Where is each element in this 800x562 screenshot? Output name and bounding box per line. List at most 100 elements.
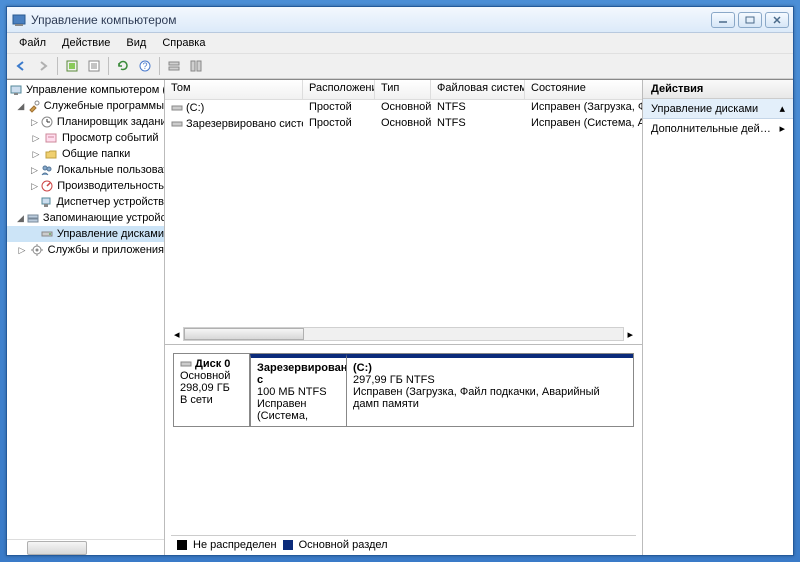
tree-shared-folders[interactable]: ▷ Общие папки <box>7 146 164 162</box>
volume-header: Том Расположение Тип Файловая система Со… <box>165 80 642 100</box>
partition-title: Зарезервировано с <box>257 362 340 386</box>
tree-label: Производительность <box>57 180 164 192</box>
scrollbar-track[interactable] <box>183 327 625 341</box>
toolbar: ? <box>7 53 793 79</box>
tree-system-tools[interactable]: ◢ Служебные программы <box>7 98 164 114</box>
computer-icon <box>9 82 23 98</box>
back-button[interactable] <box>11 56 31 76</box>
tree-root[interactable]: Управление компьютером (л <box>7 82 164 98</box>
collapse-icon[interactable]: ▴ <box>779 102 785 115</box>
expand-icon[interactable]: ▷ <box>31 117 38 127</box>
volume-status: Исправен (Система, Акти <box>525 116 642 132</box>
legend: Не распределен Основной раздел <box>171 535 636 553</box>
menu-file[interactable]: Файл <box>11 35 54 51</box>
col-volume[interactable]: Том <box>165 80 303 99</box>
tool-view2-icon[interactable] <box>186 56 206 76</box>
window-title: Управление компьютером <box>31 13 711 27</box>
main-content: Управление компьютером (л ◢ Служебные пр… <box>7 79 793 555</box>
disk-row[interactable]: Диск 0 Основной 298,09 ГБ В сети Зарезер… <box>173 353 634 427</box>
menu-help[interactable]: Справка <box>154 35 213 51</box>
tree-event-viewer[interactable]: ▷ Просмотр событий <box>7 130 164 146</box>
disk-type: Основной <box>180 370 243 382</box>
tree-label: Управление дисками <box>57 228 164 240</box>
partition-size: 100 МБ NTFS <box>257 386 340 398</box>
expand-icon[interactable]: ▷ <box>31 165 38 175</box>
center-pane: Том Расположение Тип Файловая система Со… <box>165 80 643 555</box>
volume-row[interactable]: Зарезервировано системой Простой Основно… <box>165 116 642 132</box>
legend-swatch-primary <box>283 540 293 550</box>
partition-c[interactable]: (C:) 297,99 ГБ NTFS Исправен (Загрузка, … <box>346 354 633 426</box>
forward-button[interactable] <box>33 56 53 76</box>
tree-label: Службы и приложения <box>48 244 164 256</box>
tree-local-users[interactable]: ▷ Локальные пользоват <box>7 162 164 178</box>
tool-help-icon[interactable]: ? <box>135 56 155 76</box>
collapse-icon[interactable]: ◢ <box>17 213 24 223</box>
actions-context[interactable]: Управление дисками ▴ <box>643 99 793 119</box>
col-layout[interactable]: Расположение <box>303 80 375 99</box>
legend-primary: Основной раздел <box>299 539 388 551</box>
tree-services[interactable]: ▷ Службы и приложения <box>7 242 164 258</box>
minimize-button[interactable] <box>711 12 735 28</box>
volume-scrollbar[interactable]: ◂ ▸ <box>171 326 636 342</box>
services-icon <box>29 242 45 258</box>
scrollbar-thumb[interactable] <box>27 541 87 555</box>
close-button[interactable] <box>765 12 789 28</box>
volume-row[interactable]: (C:) Простой Основной NTFS Исправен (Заг… <box>165 100 642 116</box>
volume-status: Исправен (Загрузка, Фай <box>525 100 642 116</box>
window-buttons <box>711 12 789 28</box>
users-icon <box>40 162 54 178</box>
navigation-tree[interactable]: Управление компьютером (л ◢ Служебные пр… <box>7 80 164 539</box>
tree-scrollbar[interactable] <box>7 539 164 555</box>
disk-graphical-pane: Диск 0 Основной 298,09 ГБ В сети Зарезер… <box>165 345 642 555</box>
actions-more[interactable]: Дополнительные дей… ▸ <box>643 119 793 138</box>
partition-reserved[interactable]: Зарезервировано с 100 МБ NTFS Исправен (… <box>250 354 346 426</box>
expand-icon[interactable]: ▷ <box>31 181 38 191</box>
scroll-left-icon[interactable]: ◂ <box>171 328 183 341</box>
collapse-icon[interactable]: ◢ <box>17 101 25 111</box>
tool-refresh-icon[interactable] <box>113 56 133 76</box>
menu-view[interactable]: Вид <box>118 35 154 51</box>
scrollbar-thumb[interactable] <box>184 328 304 340</box>
disk-size: 298,09 ГБ <box>180 382 243 394</box>
spacer <box>31 197 37 207</box>
expand-icon[interactable]: ▷ <box>17 245 27 255</box>
disk-title: Диск 0 <box>195 358 230 370</box>
col-filesystem[interactable]: Файловая система <box>431 80 525 99</box>
events-icon <box>43 130 59 146</box>
partition-status: Исправен (Система, <box>257 398 340 422</box>
volume-type: Основной <box>375 116 431 132</box>
col-type[interactable]: Тип <box>375 80 431 99</box>
tree-performance[interactable]: ▷ Производительность <box>7 178 164 194</box>
tree-label: Управление компьютером (л <box>26 84 164 96</box>
tool-view1-icon[interactable] <box>164 56 184 76</box>
maximize-button[interactable] <box>738 12 762 28</box>
chevron-right-icon: ▸ <box>779 122 785 135</box>
tree-label: Запоминающие устройст <box>43 212 164 224</box>
app-icon <box>11 12 27 28</box>
volume-type: Основной <box>375 100 431 116</box>
tree-storage[interactable]: ◢ Запоминающие устройст <box>7 210 164 226</box>
volume-layout: Простой <box>303 100 375 116</box>
tree-disk-management[interactable]: Управление дисками <box>7 226 164 242</box>
disk-info: Диск 0 Основной 298,09 ГБ В сети <box>174 354 250 426</box>
actions-header: Действия <box>643 80 793 99</box>
svg-text:?: ? <box>142 61 147 71</box>
partitions: Зарезервировано с 100 МБ NTFS Исправен (… <box>250 354 633 426</box>
tree-task-scheduler[interactable]: ▷ Планировщик задани <box>7 114 164 130</box>
tree-device-manager[interactable]: Диспетчер устройств <box>7 194 164 210</box>
col-status[interactable]: Состояние <box>525 80 642 99</box>
volume-fs: NTFS <box>431 116 525 132</box>
scroll-right-icon[interactable]: ▸ <box>624 328 636 341</box>
expand-icon[interactable]: ▷ <box>31 149 41 159</box>
partition-status: Исправен (Загрузка, Файл подкачки, Авари… <box>353 386 627 410</box>
volume-icon <box>171 102 183 114</box>
tool-scope-icon[interactable] <box>62 56 82 76</box>
tool-properties-icon[interactable] <box>84 56 104 76</box>
partition-title: (C:) <box>353 362 627 374</box>
performance-icon <box>40 178 54 194</box>
toolbar-separator <box>108 57 109 75</box>
storage-icon <box>26 210 40 226</box>
menu-action[interactable]: Действие <box>54 35 118 51</box>
tree-pane: Управление компьютером (л ◢ Служебные пр… <box>7 80 165 555</box>
expand-icon[interactable]: ▷ <box>31 133 41 143</box>
